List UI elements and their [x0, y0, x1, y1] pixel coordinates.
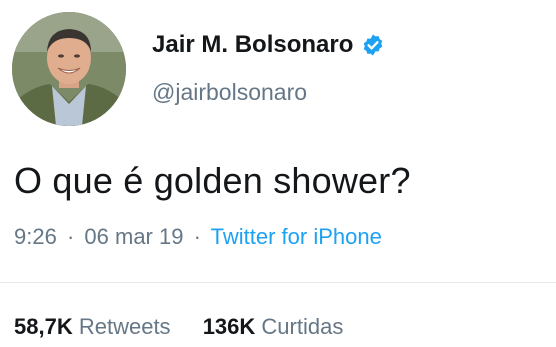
likes-count: 136K [202, 314, 256, 339]
tweet-meta: 9:26 · 06 mar 19 · Twitter for iPhone [14, 224, 382, 250]
divider [0, 282, 556, 283]
likes-label: Curtidas [261, 314, 344, 339]
tweet-date[interactable]: 06 mar 19 [84, 224, 183, 249]
tweet-stats: 58,7K Retweets 136K Curtidas [14, 314, 343, 340]
author-handle[interactable]: @jairbolsonaro [152, 79, 307, 106]
retweets-label: Retweets [78, 314, 171, 339]
profile-photo-icon [12, 12, 126, 126]
tweet-text: O que é golden shower? [14, 160, 411, 201]
tweet-source-link[interactable]: Twitter for iPhone [211, 224, 382, 249]
retweets-stat[interactable]: 58,7K Retweets [14, 314, 177, 339]
meta-separator: · [193, 224, 201, 249]
avatar[interactable] [12, 12, 126, 126]
likes-stat[interactable]: 136K Curtidas [203, 314, 344, 339]
retweets-count: 58,7K [14, 314, 73, 339]
tweet-time[interactable]: 9:26 [14, 224, 57, 249]
author-name-row[interactable]: Jair M. Bolsonaro [152, 28, 385, 62]
verified-badge-icon [361, 33, 385, 57]
meta-separator: · [66, 224, 75, 249]
author-display-name[interactable]: Jair M. Bolsonaro [152, 31, 353, 59]
